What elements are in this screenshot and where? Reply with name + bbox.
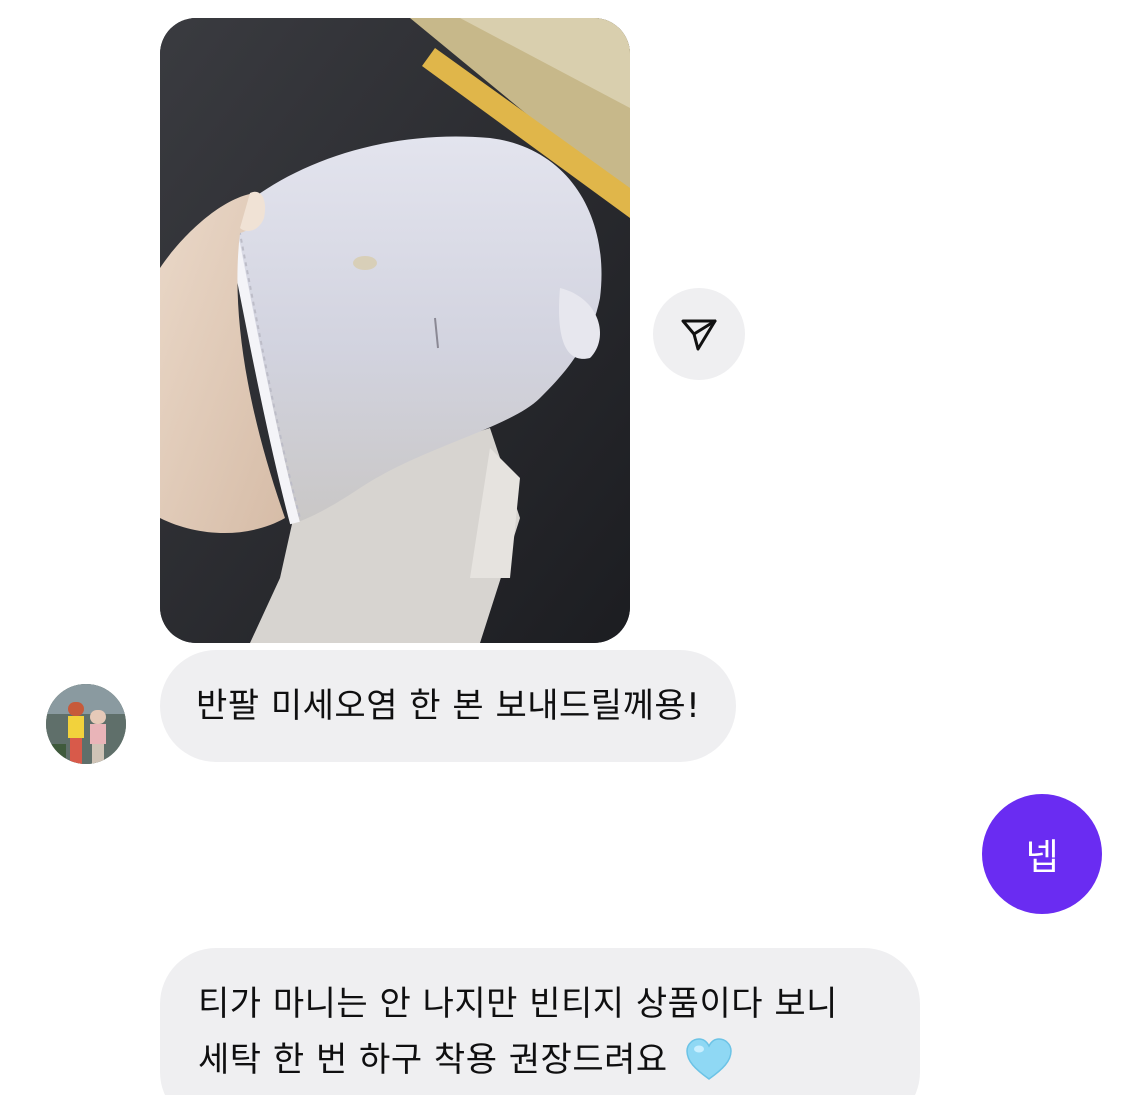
- sender-avatar[interactable]: [46, 684, 126, 764]
- incoming-message-bubble[interactable]: 티가 마니는 안 나지만 빈티지 상품이다 보니 세탁 한 번 하구 착용 권장…: [160, 948, 920, 1095]
- message-text: 세탁 한 번 하구 착용 권장드려요: [198, 1040, 668, 1080]
- message-text-line-with-emoji: 세탁 한 번 하구 착용 권장드려요: [198, 1032, 882, 1088]
- outgoing-message-bubble[interactable]: 넵: [982, 794, 1102, 914]
- garment-photo: [160, 18, 630, 643]
- message-text: 반팔 미세오염 한 본 보내드릴께용!: [196, 686, 701, 726]
- share-button[interactable]: [653, 288, 745, 380]
- photo-message[interactable]: [160, 18, 630, 643]
- message-text-line: 티가 마니는 안 나지만 빈티지 상품이다 보니: [198, 984, 838, 1024]
- light-blue-heart-icon: [686, 1038, 732, 1080]
- message-text: 넵: [1025, 837, 1059, 878]
- chat-thread: 반팔 미세오염 한 본 보내드릴께용! 넵 티가 마니는 안 나지만 빈티지 상…: [0, 0, 1125, 1095]
- incoming-message-bubble[interactable]: 반팔 미세오염 한 본 보내드릴께용!: [160, 650, 737, 762]
- avatar-image: [46, 684, 126, 764]
- paper-plane-icon: [681, 319, 717, 351]
